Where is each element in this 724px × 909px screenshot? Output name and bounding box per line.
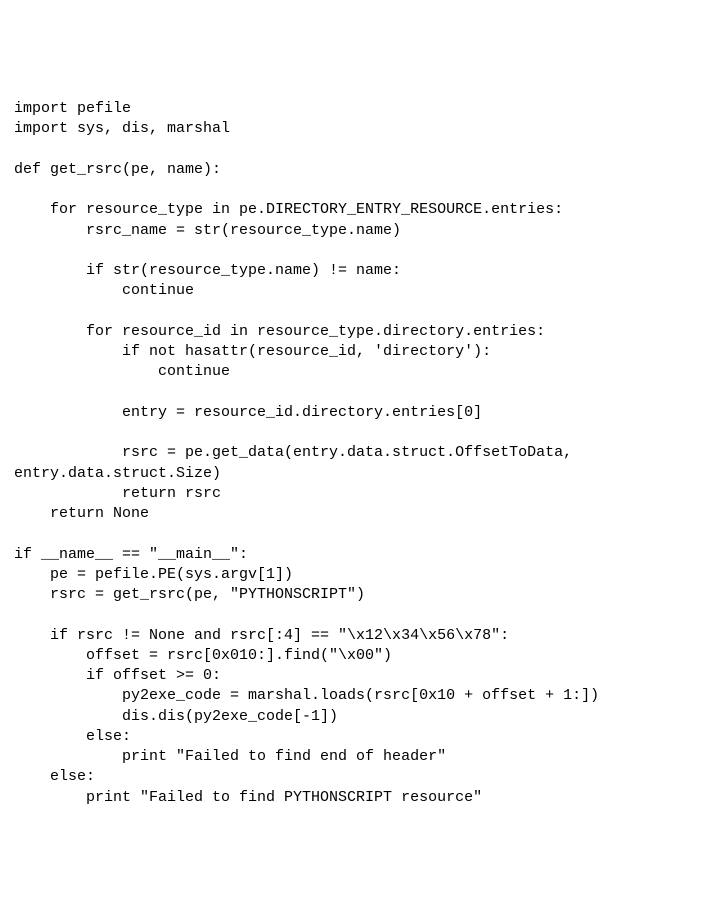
code-line: entry.data.struct.Size) xyxy=(14,465,221,482)
code-line: print "Failed to find PYTHONSCRIPT resou… xyxy=(14,789,482,806)
code-line: offset = rsrc[0x010:].find("\x00") xyxy=(14,647,392,664)
code-line: entry = resource_id.directory.entries[0] xyxy=(14,404,482,421)
code-line: rsrc = pe.get_data(entry.data.struct.Off… xyxy=(14,444,572,461)
code-line: if __name__ == "__main__": xyxy=(14,546,248,563)
code-line: for resource_id in resource_type.directo… xyxy=(14,323,545,340)
code-line: if str(resource_type.name) != name: xyxy=(14,262,401,279)
code-line: continue xyxy=(14,282,194,299)
code-line: import pefile xyxy=(14,100,131,117)
code-line: print "Failed to find end of header" xyxy=(14,748,446,765)
code-line: for resource_type in pe.DIRECTORY_ENTRY_… xyxy=(14,201,563,218)
code-line: rsrc_name = str(resource_type.name) xyxy=(14,222,401,239)
code-line: dis.dis(py2exe_code[-1]) xyxy=(14,708,338,725)
code-line: else: xyxy=(14,728,131,745)
code-line: if rsrc != None and rsrc[:4] == "\x12\x3… xyxy=(14,627,509,644)
code-line: rsrc = get_rsrc(pe, "PYTHONSCRIPT") xyxy=(14,586,365,603)
code-line: continue xyxy=(14,363,230,380)
code-line: def get_rsrc(pe, name): xyxy=(14,161,221,178)
code-line: py2exe_code = marshal.loads(rsrc[0x10 + … xyxy=(14,687,599,704)
code-line: return None xyxy=(14,505,149,522)
code-line: if offset >= 0: xyxy=(14,667,221,684)
python-code-block: import pefile import sys, dis, marshal d… xyxy=(14,99,710,808)
code-line: if not hasattr(resource_id, 'directory')… xyxy=(14,343,491,360)
code-line: return rsrc xyxy=(14,485,221,502)
code-line: pe = pefile.PE(sys.argv[1]) xyxy=(14,566,293,583)
code-line: import sys, dis, marshal xyxy=(14,120,230,137)
code-line: else: xyxy=(14,768,95,785)
